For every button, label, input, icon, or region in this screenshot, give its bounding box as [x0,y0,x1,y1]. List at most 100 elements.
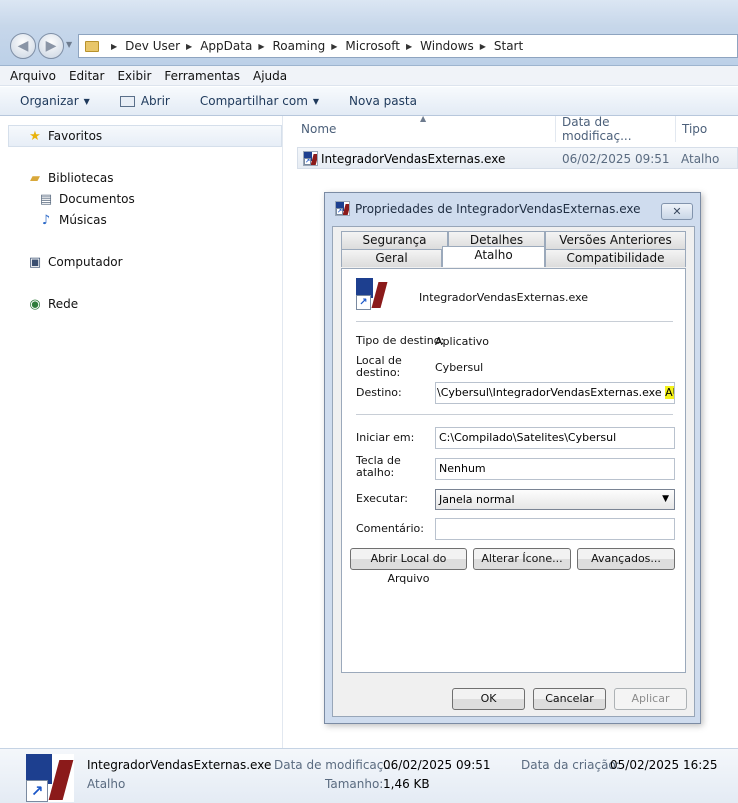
breadcrumb-item-microsoft[interactable]: Microsoft [345,39,400,53]
column-header-date[interactable]: Data de modificaç... [556,115,676,143]
details-created-value: 05/02/2025 16:25 [610,758,718,772]
target-path-text: \Cybersul\IntegradorVendasExternas.exe [437,386,662,399]
new-folder-button[interactable]: Nova pasta [349,94,417,108]
tab-atalho[interactable]: Atalho [442,246,545,267]
open-file-location-button[interactable]: Abrir Local do Arquivo [350,548,467,585]
ok-button[interactable]: OK [452,688,525,710]
file-name: IntegradorVendasExternas.exe [321,152,506,166]
start-in-field[interactable]: C:\Compilado\Satelites\Cybersul [435,427,675,449]
shortcut-file-icon: ↗ [303,151,318,166]
breadcrumb-item-windows[interactable]: Windows [420,39,474,53]
shortcut-name: IntegradorVendasExternas.exe [419,291,588,304]
network-icon: ◉ [29,296,41,312]
tab-versoes-anteriores[interactable]: Versões Anteriores [545,231,686,249]
share-with-button[interactable]: Compartilhar com ▼ [200,94,319,108]
dropdown-arrow-icon: ▼ [662,494,669,504]
recent-pages-dropdown-icon[interactable]: ▼ [66,40,72,49]
navigation-pane: ★ Favoritos ▰ Bibliotecas ▤ Documentos ♪… [0,116,283,748]
hotkey-value: Nenhum [439,462,486,475]
target-label: Destino: [356,386,402,399]
comment-field[interactable] [435,518,675,540]
nav-label-libraries: Bibliotecas [48,171,114,185]
nav-item-computer[interactable]: ▣ Computador [27,254,123,270]
target-type-value: Aplicativo [435,335,490,348]
breadcrumb-item-appdata[interactable]: AppData [200,39,252,53]
nav-item-favorites[interactable]: ★ Favoritos [8,125,282,147]
run-label: Executar: [356,492,408,505]
details-modified-label: Data de modificaç... [274,758,395,772]
menu-exibir[interactable]: Exibir [117,69,151,83]
column-label-name: Nome [301,122,337,136]
menu-ajuda[interactable]: Ajuda [253,69,287,83]
column-label-type: Tipo [682,122,708,136]
cancel-button[interactable]: Cancelar [533,688,606,710]
tab-seguranca[interactable]: Segurança [341,231,448,249]
advanced-button[interactable]: Avançados... [577,548,675,570]
breadcrumb-item-roaming[interactable]: Roaming [272,39,325,53]
details-file-type: Atalho [87,777,126,791]
nav-label-network: Rede [48,297,79,311]
breadcrumb-chevron-icon: ▶ [479,41,486,51]
target-highlighted-argument: AUTO 5 [665,386,674,399]
tab-label: Detalhes [469,233,524,247]
run-select[interactable]: Janela normal ▼ [435,489,675,510]
breadcrumb-item-dev-user[interactable]: Dev User [125,39,180,53]
chevron-down-icon: ▼ [83,96,90,106]
column-header-name[interactable]: Nome [295,116,556,142]
nav-label-music: Músicas [59,213,107,227]
target-location-label: Local de destino: [356,354,402,379]
dialog-client-area: Segurança Detalhes Versões Anteriores Ge… [332,226,695,717]
breadcrumb: ▶ Dev User ▶ AppData ▶ Roaming ▶ Microso… [105,39,523,53]
nav-label-favorites: Favoritos [48,129,103,143]
forward-button[interactable]: ▶ [38,33,64,59]
nav-item-documents[interactable]: ▤ Documentos [38,192,135,207]
breadcrumb-item-start[interactable]: Start [494,39,523,53]
comment-label: Comentário: [356,522,424,535]
breadcrumb-chevron-icon: ▶ [186,41,193,51]
back-button[interactable]: ◀ [10,33,36,59]
tab-label: Compatibilidade [566,251,665,265]
menu-ferramentas[interactable]: Ferramentas [164,69,240,83]
computer-icon: ▣ [28,254,42,270]
tab-label: Geral [375,251,408,265]
shortcut-tab-panel: ↗ IntegradorVendasExternas.exe Tipo de d… [341,268,686,673]
file-date: 06/02/2025 09:51 [562,152,670,166]
open-label: Abrir [140,94,170,108]
forward-arrow-icon: ▶ [45,38,57,54]
target-location-value: Cybersul [435,361,484,374]
change-icon-button[interactable]: Alterar Ícone... [473,548,571,570]
menu-editar[interactable]: Editar [69,69,105,83]
dialog-title-bar: ↗ Propriedades de IntegradorVendasExtern… [335,201,640,216]
breadcrumb-chevron-icon: ▶ [258,41,265,51]
address-bar[interactable]: ▶ Dev User ▶ AppData ▶ Roaming ▶ Microso… [78,34,738,58]
menu-arquivo[interactable]: Arquivo [10,69,56,83]
button-label: Aplicar [631,692,670,705]
close-button[interactable]: ✕ [661,203,693,220]
details-created-label: Data da criação: [521,758,620,772]
open-button[interactable]: Abrir [119,94,170,108]
shortcut-large-icon: ↗ [26,754,74,802]
organize-button[interactable]: Organizar ▼ [20,94,90,108]
tab-compatibilidade[interactable]: Compatibilidade [545,249,686,267]
target-field[interactable]: \Cybersul\IntegradorVendasExternas.exe A… [435,382,675,404]
dialog-title: Propriedades de IntegradorVendasExternas… [355,201,641,216]
file-list-row[interactable]: ↗ IntegradorVendasExternas.exe 06/02/202… [297,147,738,169]
nav-item-music[interactable]: ♪ Músicas [38,212,107,228]
file-type: Atalho [681,152,720,166]
shortcut-header-icon: ↗ [356,278,388,310]
column-label-date: Data de modificaç... [562,115,632,143]
music-icon: ♪ [41,212,51,228]
breadcrumb-chevron-icon: ▶ [331,41,338,51]
nav-item-network[interactable]: ◉ Rede [27,296,79,312]
start-in-label: Iniciar em: [356,431,415,444]
chevron-down-icon: ▼ [312,96,320,106]
apply-button[interactable]: Aplicar [614,688,687,710]
dialog-app-icon: ↗ [335,201,350,216]
details-file-name: IntegradorVendasExternas.exe [87,758,272,772]
hotkey-field[interactable]: Nenhum [435,458,675,480]
tab-label: Versões Anteriores [559,233,672,247]
column-header-type[interactable]: Tipo [676,116,738,142]
button-label: OK [480,692,497,705]
tab-geral[interactable]: Geral [341,249,442,267]
nav-item-libraries[interactable]: ▰ Bibliotecas [27,171,114,186]
